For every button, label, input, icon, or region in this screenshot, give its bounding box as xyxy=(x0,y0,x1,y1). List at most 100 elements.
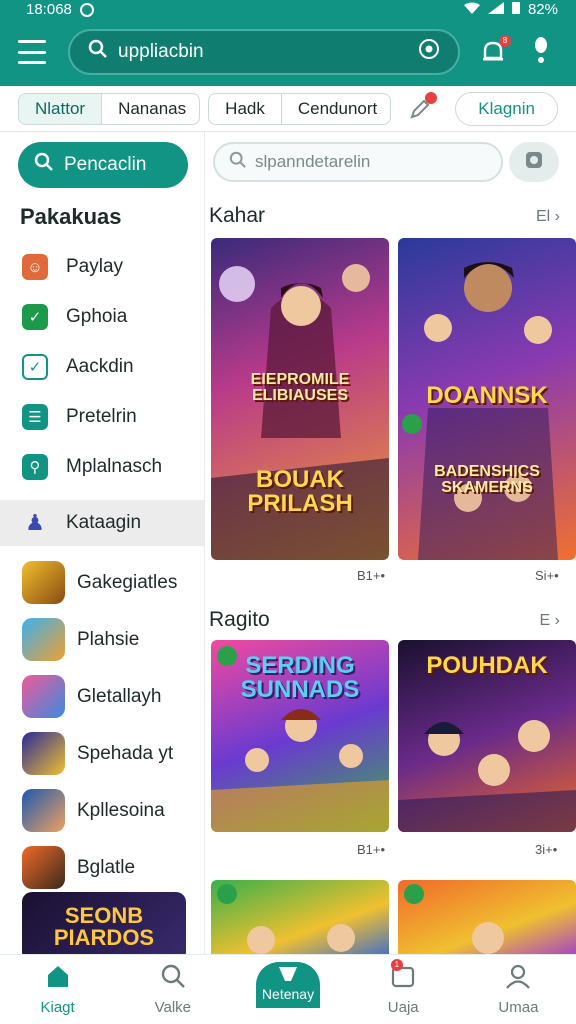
edit-icon: ✓ xyxy=(22,304,48,330)
section-title: Kahar xyxy=(209,204,266,227)
filter-group-1: Nlattor Nananas xyxy=(18,92,201,125)
category-item[interactable]: Bglatle xyxy=(0,839,204,896)
category-label: Bglatle xyxy=(77,856,136,878)
filter-tab[interactable]: Nananas xyxy=(102,94,199,124)
controller-icon xyxy=(277,965,299,986)
home-icon xyxy=(45,963,71,993)
notification-badge: 8 xyxy=(499,35,511,47)
category-label: Gletallayh xyxy=(77,685,162,707)
card-artwork xyxy=(404,884,504,954)
nav-home[interactable]: Kiagt xyxy=(0,963,115,1016)
sidebar-heading: Pakakuas xyxy=(20,204,122,229)
character-icon: ♟ xyxy=(25,510,45,535)
game-card[interactable]: EIEPROMILE ELIBIAUSES BOUAK PRILASH xyxy=(211,238,389,560)
bottom-navigation: Kiagt Valke Netenay 1 Uaja Umaa xyxy=(0,954,576,1024)
nav-messages[interactable]: 1 Uaja xyxy=(346,959,461,1016)
section-more-link[interactable]: E › xyxy=(540,612,560,630)
search-text: uppliacbin xyxy=(118,41,204,62)
filter-button[interactable] xyxy=(509,142,559,182)
category-item[interactable]: Gakegiatles xyxy=(0,554,204,611)
info-icon[interactable] xyxy=(534,36,548,69)
section-title: Ragito xyxy=(209,608,270,631)
card-meta: B1+• xyxy=(357,568,386,583)
notifications-button[interactable]: 8 xyxy=(480,35,511,65)
card-subtitle: EIEPROMILE ELIBIAUSES xyxy=(250,371,350,404)
main-content: slpanndetarelin Kahar El › EIEPROMILE EL… xyxy=(205,132,576,954)
category-item[interactable]: Kpllesoina xyxy=(0,782,204,839)
search-input[interactable]: uppliacbin xyxy=(68,29,460,75)
category-label: Kpllesoina xyxy=(77,799,165,821)
category-label: Gakegiatles xyxy=(77,571,178,593)
sidebar-item[interactable]: ☰ Pretelrin xyxy=(0,392,204,442)
search-icon xyxy=(34,152,54,178)
sidebar-item[interactable]: ⚲ Mplalnasch xyxy=(0,442,204,492)
filter-tab[interactable]: Cendunort xyxy=(282,94,390,124)
edit-button[interactable] xyxy=(409,91,438,120)
edit-badge xyxy=(425,91,438,104)
filter-tab[interactable]: Hadk xyxy=(209,93,282,124)
category-item[interactable]: Spehada yt xyxy=(0,725,204,782)
battery-icon xyxy=(511,1,520,18)
list-icon: ☰ xyxy=(22,404,48,430)
category-thumbnail xyxy=(22,732,65,775)
nav-profile[interactable]: Umaa xyxy=(461,963,576,1016)
card-meta: Si+• xyxy=(535,568,559,583)
search-action-button[interactable]: Pencaclin xyxy=(18,142,188,188)
search-icon xyxy=(88,39,108,65)
card-artwork xyxy=(217,884,355,954)
game-card[interactable]: POUHDAK xyxy=(398,640,576,832)
game-card[interactable]: SERDING SUNNADS xyxy=(211,640,389,832)
signal-icon xyxy=(487,1,504,18)
nav-search[interactable]: Valke xyxy=(115,963,230,1016)
filter-tab-row: Nlattor Nananas Hadk Cendunort Klagnin xyxy=(0,86,576,132)
sidebar-item-label: Paylay xyxy=(66,256,124,277)
filter-tab[interactable]: Nlattor xyxy=(19,93,103,124)
card-title: DOANNSK xyxy=(426,382,548,409)
sidebar-item-selected[interactable]: ♟ Kataagin xyxy=(0,500,204,546)
sidebar-item-label: Kataagin xyxy=(66,512,142,533)
sidebar-menu: ☺ Paylay ✓ Gphoia ✓ Aackdin ☰ Pretelrin … xyxy=(0,242,204,546)
battery-level: 82% xyxy=(527,0,558,18)
card-subtitle: BADENSHICS SKAMERNS xyxy=(434,463,540,496)
category-item[interactable]: Gletallayh xyxy=(0,668,204,725)
nav-label: Kiagt xyxy=(40,999,75,1016)
category-list: Gakegiatles Plahsie Gletallayh Spehada y… xyxy=(0,554,204,896)
content-search-placeholder: slpanndetarelin xyxy=(255,152,371,171)
game-card-partial[interactable] xyxy=(211,880,389,954)
bell-icon xyxy=(480,41,506,69)
search-icon xyxy=(229,151,247,174)
app-bar: uppliacbin 8 xyxy=(0,18,576,86)
category-label: Plahsie xyxy=(77,628,140,650)
pencil-icon xyxy=(409,99,431,124)
game-card[interactable]: DOANNSK BADENSHICS SKAMERNS xyxy=(398,238,576,560)
center-action-button[interactable]: Netenay xyxy=(256,961,320,1008)
sidebar-item-label: Aackdin xyxy=(66,356,134,377)
login-pill-button[interactable]: Klagnin xyxy=(455,91,558,126)
menu-icon[interactable] xyxy=(18,40,46,64)
search-icon xyxy=(160,963,186,993)
card-meta: B1+• xyxy=(357,842,386,857)
card-title: BOUAK PRILASH xyxy=(247,466,353,517)
category-thumbnail xyxy=(22,618,65,661)
sidebar-item[interactable]: ☺ Paylay xyxy=(0,242,204,292)
category-thumbnail xyxy=(22,675,65,718)
card-title: POUHDAK xyxy=(426,652,548,679)
nav-center[interactable]: Netenay xyxy=(230,961,345,1008)
content-search-input[interactable]: slpanndetarelin xyxy=(213,142,503,182)
sidebar-item[interactable]: ✓ Aackdin xyxy=(0,342,204,392)
voice-icon[interactable] xyxy=(418,38,440,66)
gift-icon: ☺ xyxy=(22,254,48,280)
sidebar-item[interactable]: ✓ Gphoia xyxy=(0,292,204,342)
card-title: SERDING SUNNADS xyxy=(240,652,360,703)
filter-icon xyxy=(525,151,543,174)
game-card-partial[interactable] xyxy=(398,880,576,954)
search-box-icon: ⚲ xyxy=(22,454,48,480)
sidebar-item-label: Pretelrin xyxy=(66,406,137,427)
card-meta: 3i+• xyxy=(535,842,558,857)
notification-status-icon xyxy=(79,3,94,17)
user-icon xyxy=(505,963,531,993)
section-more-link[interactable]: El › xyxy=(536,208,560,226)
promo-banner[interactable]: SEONB PIARDOS xyxy=(22,892,186,954)
category-item[interactable]: Plahsie xyxy=(0,611,204,668)
nav-label: Umaa xyxy=(498,999,539,1016)
